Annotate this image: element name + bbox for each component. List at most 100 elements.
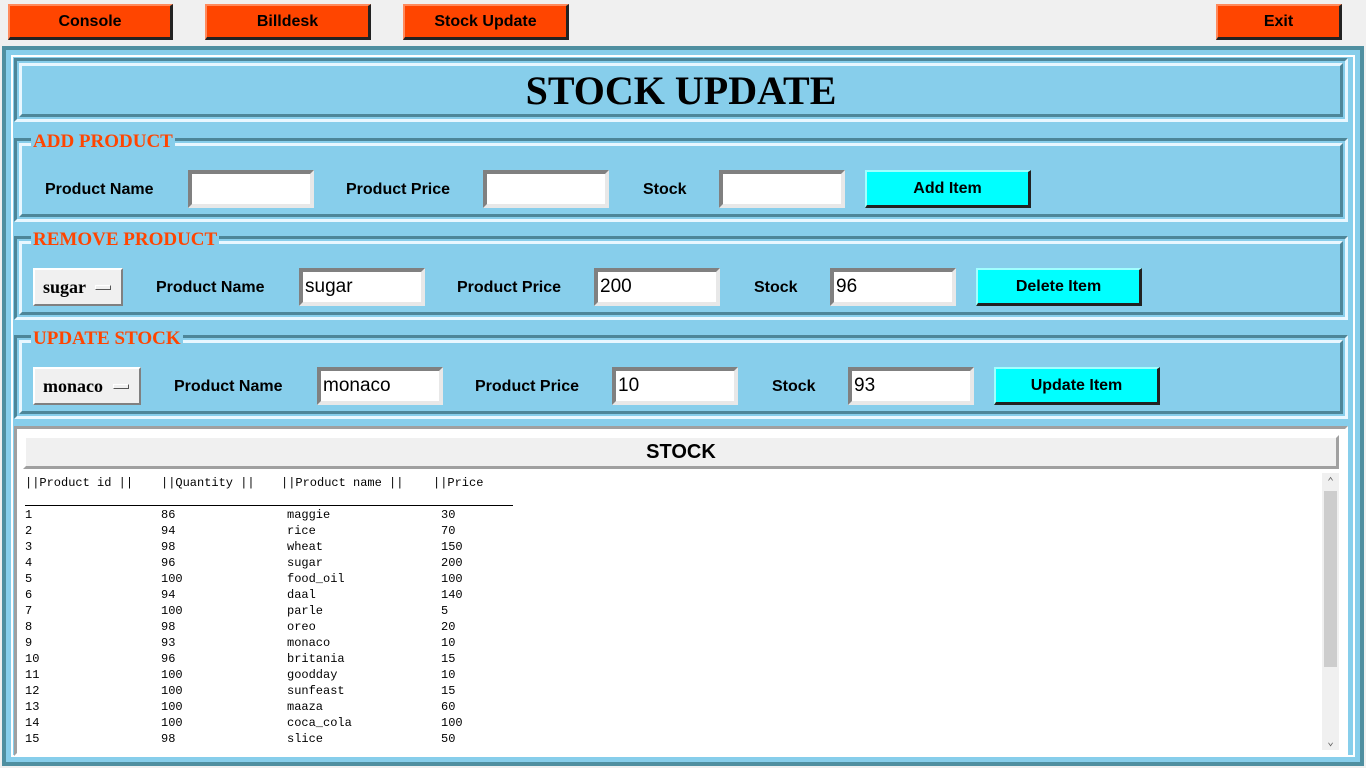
cell-price: 30 — [441, 508, 456, 522]
cell-product-id: 2 — [25, 524, 33, 538]
cell-product-id: 8 — [25, 620, 33, 634]
remove-product-price-input[interactable]: 200 — [594, 268, 720, 306]
cell-price: 100 — [441, 572, 463, 586]
cell-price: 150 — [441, 540, 463, 554]
cell-product-id: 11 — [25, 668, 40, 682]
add-product-name-input[interactable] — [188, 170, 314, 208]
cell-quantity: 100 — [161, 716, 183, 730]
cell-product-id: 7 — [25, 604, 33, 618]
stock-update-button[interactable]: Stock Update — [403, 4, 569, 40]
cell-price: 20 — [441, 620, 456, 634]
update-stock-dropdown[interactable]: monaco — [33, 367, 141, 405]
remove-product-dropdown-value: sugar — [43, 276, 87, 297]
exit-button[interactable]: Exit — [1216, 4, 1342, 40]
add-product-legend: ADD PRODUCT — [31, 131, 175, 152]
cell-product-name: wheat — [287, 540, 324, 554]
remove-product-name-input[interactable]: sugar — [299, 268, 425, 306]
update-item-button[interactable]: Update Item — [994, 367, 1160, 405]
console-button[interactable]: Console — [8, 4, 173, 40]
cell-price: 50 — [441, 732, 456, 746]
stock-listbox[interactable]: ||Product id || ||Quantity || ||Product … — [23, 473, 1339, 750]
cell-product-id: 4 — [25, 556, 33, 570]
cell-quantity: 96 — [161, 556, 176, 570]
column-header-product-name: ||Product name || — [281, 476, 404, 490]
main-frame: STOCK UPDATE ADD PRODUCT Product Name Pr… — [2, 46, 1364, 766]
column-header-product-id: ||Product id || — [25, 476, 134, 490]
cell-price: 15 — [441, 652, 456, 666]
remove-product-price-label: Product Price — [457, 279, 562, 296]
remove-product-name-label: Product Name — [156, 279, 265, 296]
update-stock-stock-label: Stock — [772, 378, 816, 395]
cell-quantity: 100 — [161, 572, 183, 586]
cell-product-id: 3 — [25, 540, 33, 554]
update-stock-section: UPDATE STOCK monaco Product Name monaco … — [14, 329, 1348, 419]
update-stock-dropdown-value: monaco — [43, 375, 103, 396]
cell-quantity: 100 — [161, 668, 183, 682]
cell-product-id: 9 — [25, 636, 33, 650]
cell-product-id: 5 — [25, 572, 33, 586]
cell-price: 200 — [441, 556, 463, 570]
stock-scrollbar[interactable]: ⌃ ⌄ — [1322, 473, 1339, 750]
scroll-down-icon[interactable]: ⌄ — [1322, 733, 1339, 750]
cell-product-name: sugar — [287, 556, 324, 570]
cell-product-name: britania — [287, 652, 345, 666]
cell-quantity: 100 — [161, 604, 183, 618]
add-product-stock-label: Stock — [643, 181, 687, 198]
column-header-quantity: ||Quantity || — [161, 476, 255, 490]
cell-price: 70 — [441, 524, 456, 538]
update-stock-stock-input[interactable]: 93 — [848, 367, 974, 405]
dropdown-indicator-icon — [113, 384, 129, 389]
cell-product-id: 14 — [25, 716, 40, 730]
update-stock-name-input[interactable]: monaco — [317, 367, 443, 405]
column-header-price: ||Price — [433, 476, 484, 490]
cell-quantity: 98 — [161, 540, 176, 554]
cell-product-id: 13 — [25, 700, 40, 714]
cell-product-name: slice — [287, 732, 324, 746]
cell-product-id: 12 — [25, 684, 40, 698]
cell-product-name: monaco — [287, 636, 331, 650]
cell-price: 10 — [441, 668, 456, 682]
cell-quantity: 94 — [161, 524, 176, 538]
cell-price: 5 — [441, 604, 449, 618]
cell-quantity: 86 — [161, 508, 176, 522]
add-product-section: ADD PRODUCT Product Name Product Price S… — [14, 132, 1348, 222]
cell-quantity: 100 — [161, 700, 183, 714]
cell-quantity: 96 — [161, 652, 176, 666]
cell-product-name: sunfeast — [287, 684, 345, 698]
delete-item-button[interactable]: Delete Item — [976, 268, 1142, 306]
remove-product-section: REMOVE PRODUCT sugar Product Name sugar … — [14, 230, 1348, 320]
remove-product-stock-label: Stock — [754, 279, 798, 296]
cell-product-name: daal — [287, 588, 316, 602]
add-product-price-input[interactable] — [483, 170, 609, 208]
add-product-price-label: Product Price — [346, 181, 451, 198]
billdesk-button[interactable]: Billdesk — [205, 4, 371, 40]
add-product-stock-input[interactable] — [719, 170, 845, 208]
scroll-up-icon[interactable]: ⌃ — [1322, 473, 1339, 490]
remove-product-stock-input[interactable]: 96 — [830, 268, 956, 306]
cell-price: 140 — [441, 588, 463, 602]
cell-product-id: 1 — [25, 508, 33, 522]
page-title: STOCK UPDATE — [525, 67, 837, 113]
cell-product-name: parle — [287, 604, 324, 618]
add-item-button[interactable]: Add Item — [865, 170, 1031, 208]
cell-product-id: 15 — [25, 732, 40, 746]
add-product-name-label: Product Name — [45, 181, 154, 198]
title-panel: STOCK UPDATE — [14, 58, 1348, 122]
cell-product-name: goodday — [287, 668, 338, 682]
cell-product-name: coca_cola — [287, 716, 352, 730]
cell-price: 10 — [441, 636, 456, 650]
cell-quantity: 94 — [161, 588, 176, 602]
cell-product-id: 6 — [25, 588, 33, 602]
header-divider — [25, 505, 513, 506]
dropdown-indicator-icon — [95, 285, 111, 290]
cell-product-name: maaza — [287, 700, 324, 714]
scroll-thumb[interactable] — [1324, 491, 1337, 667]
remove-product-dropdown[interactable]: sugar — [33, 268, 123, 306]
stock-header-row: ||Product id || ||Quantity || ||Product … — [25, 475, 483, 491]
update-stock-legend: UPDATE STOCK — [31, 328, 183, 349]
cell-price: 100 — [441, 716, 463, 730]
cell-quantity: 98 — [161, 732, 176, 746]
update-stock-price-input[interactable]: 10 — [612, 367, 738, 405]
cell-quantity: 100 — [161, 684, 183, 698]
update-stock-price-label: Product Price — [475, 378, 580, 395]
